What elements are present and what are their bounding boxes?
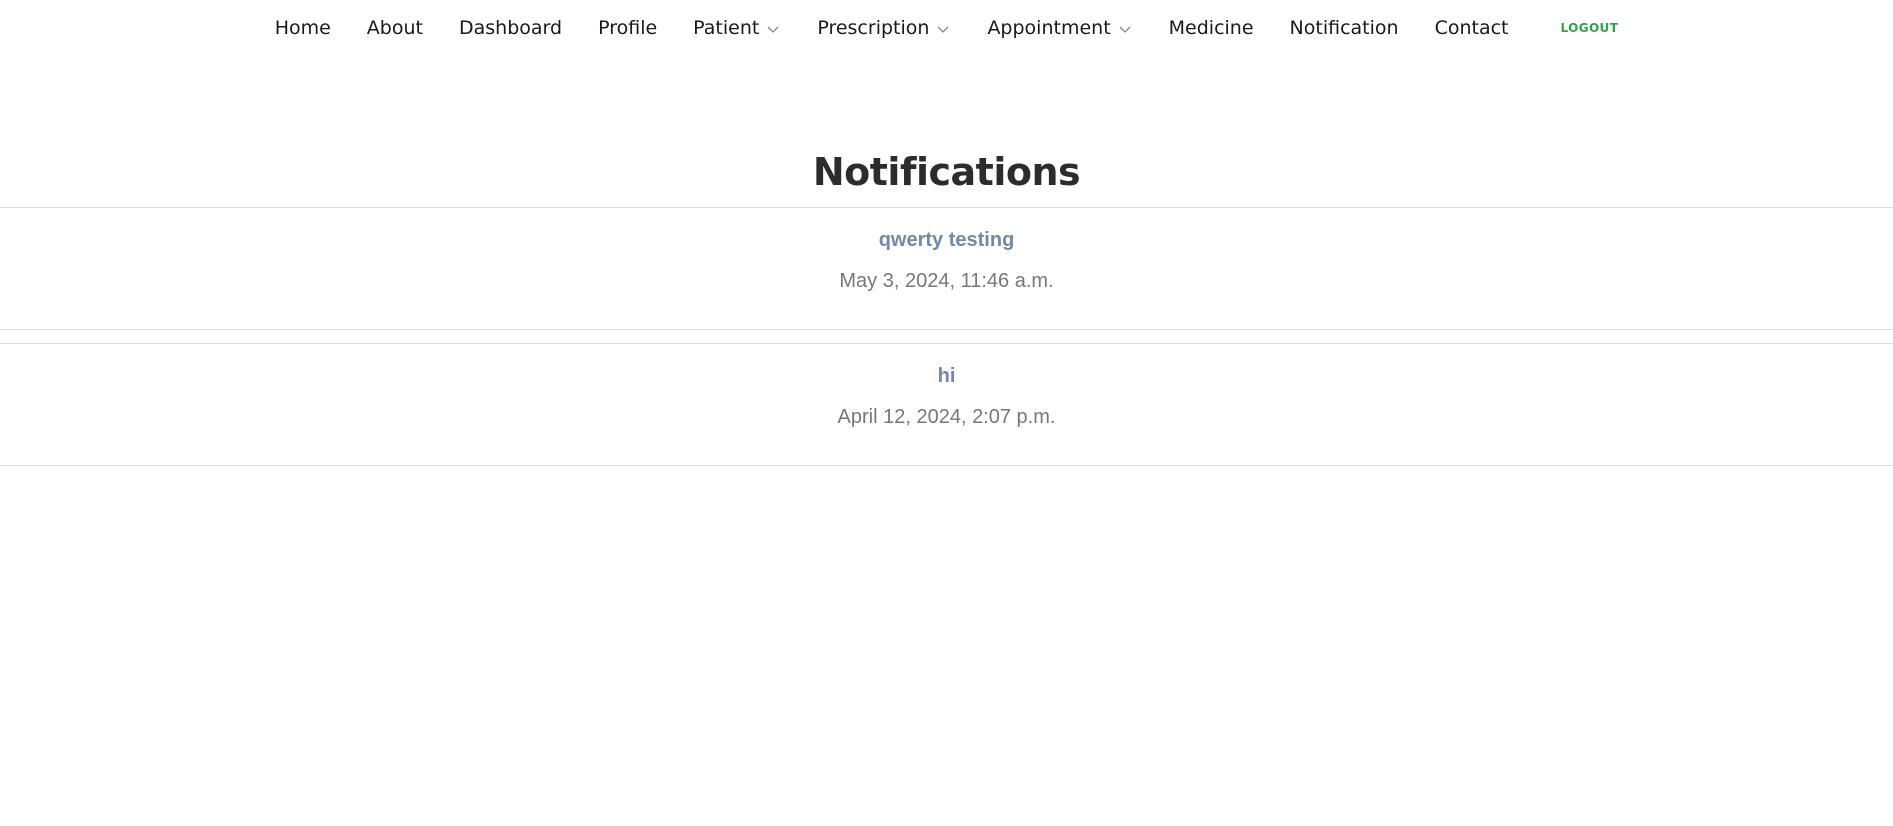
nav-item-label: Contact (1434, 16, 1509, 39)
nav-item-label: Notification (1289, 16, 1399, 39)
nav-item-label: Dashboard (458, 16, 563, 39)
notification-title: hi (937, 365, 956, 387)
nav-item-label: About (366, 16, 423, 39)
nav-item-prescription-dropdown[interactable]: Prescription (817, 17, 951, 39)
nav-item-label: Patient (693, 16, 760, 39)
nav-item-about[interactable]: About (367, 17, 423, 39)
nav-item-patient-dropdown[interactable]: Patient (693, 17, 781, 39)
nav-item-contact[interactable]: Contact (1435, 17, 1509, 39)
nav-item-notification[interactable]: Notification (1290, 17, 1399, 39)
chevron-down-icon (937, 26, 949, 33)
nav-item-label: Home (274, 16, 331, 39)
nav-item-medicine[interactable]: Medicine (1169, 17, 1254, 39)
notification-title: qwerty testing (878, 229, 1015, 251)
nav-list: Home About Dashboard Profile Patient Pre… (275, 17, 1619, 39)
notification-list: qwerty testing May 3, 2024, 11:46 a.m. h… (0, 207, 1893, 479)
nav-item-label: Appointment (987, 16, 1111, 39)
notification-timestamp: May 3, 2024, 11:46 a.m. (839, 270, 1054, 292)
nav-item-label: Profile (598, 16, 658, 39)
nav-item-label: Medicine (1168, 16, 1254, 39)
notification-timestamp: April 12, 2024, 2:07 p.m. (837, 406, 1056, 428)
main-navbar: Home About Dashboard Profile Patient Pre… (0, 0, 1893, 110)
nav-item-home[interactable]: Home (275, 17, 331, 39)
nav-item-appointment-dropdown[interactable]: Appointment (987, 17, 1132, 39)
nav-item-label: Prescription (817, 16, 930, 39)
chevron-down-icon (1119, 26, 1131, 33)
logout-button[interactable]: LOGOUT (1560, 21, 1618, 35)
nav-item-dashboard[interactable]: Dashboard (459, 17, 562, 39)
notification-item: hi April 12, 2024, 2:07 p.m. (0, 343, 1893, 466)
nav-item-profile[interactable]: Profile (598, 17, 657, 39)
page-title: Notifications (812, 150, 1081, 194)
chevron-down-icon (767, 26, 779, 33)
notification-item: qwerty testing May 3, 2024, 11:46 a.m. (0, 207, 1893, 330)
